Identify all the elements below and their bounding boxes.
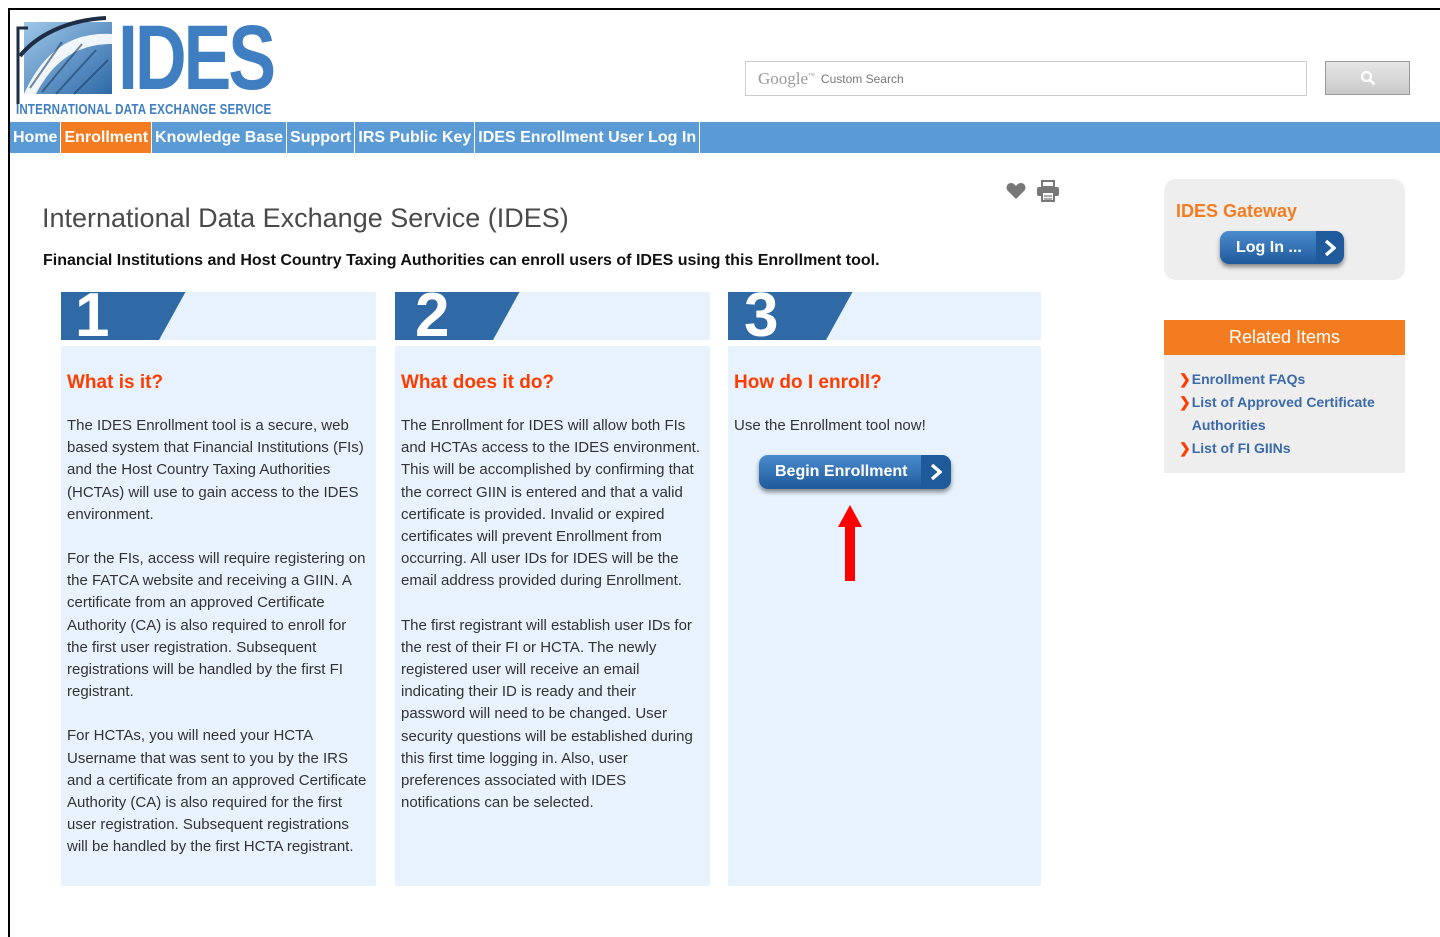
nav-item-support[interactable]: Support xyxy=(287,122,356,153)
step-number-badge: 2 xyxy=(395,292,520,340)
svg-text:3: 3 xyxy=(744,292,778,340)
log-in-button[interactable]: Log In ... xyxy=(1220,231,1344,264)
step-heading: What is it? xyxy=(67,372,164,393)
ides-gateway-panel: IDES Gateway Log In ... xyxy=(1164,179,1405,280)
page-tools xyxy=(1006,180,1060,202)
chevron-right-icon: ❯ xyxy=(1179,371,1191,387)
step-number-badge: 1 xyxy=(61,292,186,340)
print-icon[interactable] xyxy=(1036,180,1060,202)
related-link-certificate-authorities[interactable]: ❯ List of Approved Certificate Authoritie… xyxy=(1179,391,1393,437)
step-body: How do I enroll? Use the Enrollment tool… xyxy=(728,346,1041,886)
step-paragraph: The first registrant will establish user… xyxy=(401,616,693,812)
gateway-title: IDES Gateway xyxy=(1176,201,1298,221)
step-band: 2 xyxy=(395,292,710,340)
related-items-title: Related Items xyxy=(1164,320,1405,355)
svg-text:2: 2 xyxy=(415,292,449,340)
nav-item-irs-public-key[interactable]: IRS Public Key xyxy=(355,122,476,153)
log-in-label: Log In ... xyxy=(1236,238,1302,256)
chevron-right-icon: ❯ xyxy=(1179,440,1191,456)
step-body: What does it do? The Enrollment for IDES… xyxy=(395,346,710,886)
heart-icon[interactable] xyxy=(1006,182,1026,200)
logo-subtitle: INTERNATIONAL DATA EXCHANGE SERVICE xyxy=(16,102,272,118)
related-items-panel: Related Items ❯ Enrollment FAQs ❯ List of … xyxy=(1164,320,1405,473)
step-number-badge: 3 xyxy=(728,292,853,340)
logo-wordmark: IDES xyxy=(118,7,276,109)
globe-icon xyxy=(16,16,112,104)
related-link-fi-giins[interactable]: ❯ List of FI GIINs xyxy=(1179,437,1393,460)
step-paragraph: Use the Enrollment tool now! xyxy=(734,417,926,434)
step-body: What is it? The IDES Enrollment tool is … xyxy=(61,346,376,886)
nav-item-knowledge-base[interactable]: Knowledge Base xyxy=(152,122,288,153)
nav-item-user-log-in[interactable]: IDES Enrollment User Log In xyxy=(475,122,701,153)
chevron-right-icon xyxy=(921,455,952,490)
step-band: 1 xyxy=(61,292,376,340)
chevron-right-icon: ❯ xyxy=(1179,394,1191,410)
main-nav: Home Enrollment Knowledge Base Support I… xyxy=(10,122,1440,153)
related-items-list: ❯ Enrollment FAQs ❯ List of Approved Certi… xyxy=(1164,355,1405,460)
begin-enrollment-label: Begin Enrollment xyxy=(775,463,908,481)
ides-logo[interactable]: IDES INTERNATIONAL DATA EXCHANGE SERVICE xyxy=(14,8,276,120)
step-paragraph: The Enrollment for IDES will allow both … xyxy=(401,417,701,590)
page-title: International Data Exchange Service (IDE… xyxy=(42,203,569,233)
svg-text:1: 1 xyxy=(75,292,109,340)
step-paragraph: For HCTAs, you will need your HCTA Usern… xyxy=(67,727,367,856)
nav-item-enrollment[interactable]: Enrollment xyxy=(61,122,153,153)
page-lead: Financial Institutions and Host Country … xyxy=(43,252,880,269)
begin-enrollment-button[interactable]: Begin Enrollment xyxy=(759,455,952,490)
step-heading: What does it do? xyxy=(401,372,555,393)
search-icon xyxy=(1360,70,1375,86)
chevron-right-icon xyxy=(1315,231,1344,264)
google-brand: Google™ xyxy=(758,68,815,88)
step-column-3: 3 How do I enroll? Use the Enrollment to… xyxy=(728,292,1041,886)
annotation-arrow-icon xyxy=(838,505,862,581)
search-button[interactable] xyxy=(1325,61,1410,95)
step-column-2: 2 What does it do? The Enrollment for ID… xyxy=(395,292,710,886)
nav-item-home[interactable]: Home xyxy=(10,122,62,153)
search-input[interactable]: Google™ Custom Search xyxy=(745,61,1307,96)
related-link-enrollment-faqs[interactable]: ❯ Enrollment FAQs xyxy=(1179,368,1393,391)
step-heading: How do I enroll? xyxy=(734,372,882,393)
step-paragraph: For the FIs, access will require registe… xyxy=(67,550,366,701)
step-paragraph: The IDES Enrollment tool is a secure, we… xyxy=(67,417,364,523)
step-band: 3 xyxy=(728,292,1041,340)
step-column-1: 1 What is it? The IDES Enrollment tool i… xyxy=(61,292,376,886)
search-placeholder: Custom Search xyxy=(820,71,904,86)
